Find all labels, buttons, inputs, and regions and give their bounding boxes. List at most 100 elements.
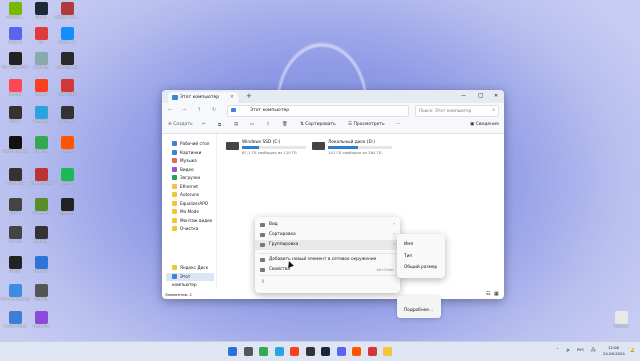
riot-icon[interactable] [367,347,377,356]
app-icon [34,79,48,92]
app-icon [34,284,48,297]
forward-icon[interactable]: → [182,107,186,113]
lang-indicator[interactable]: РУС [577,347,584,352]
status-text: Элементов: 2 [165,292,192,297]
sidebar-item[interactable]: Рабочий стол [172,140,214,148]
more-button[interactable]: ··· [396,122,400,127]
desktop-icon[interactable]: Epic Games [52,52,82,69]
desktop-icon[interactable]: Nahimic [26,256,56,273]
faceit-icon[interactable] [352,347,361,356]
address-text: Этот компьютер [250,108,290,113]
start-icon[interactable] [228,347,237,356]
desktop-icon[interactable]: Faceit [52,136,82,153]
desktop-icon[interactable]: Warface [26,226,56,243]
details-view-icon[interactable]: ☷ [486,291,490,297]
sidebar-item[interactable]: Картинки [172,149,214,157]
notifications-icon[interactable]: 🔔 [630,347,635,352]
menu-shortcut: Alt+Enter [376,268,394,272]
tab-this-pc[interactable]: Этот компьютер ✕ [168,92,238,103]
sidebar-item[interactable]: Очистка [172,225,214,233]
address-bar[interactable]: Этот компьютер [227,105,409,117]
search-box[interactable]: Поиск: Этот компьютер ⌕ [415,105,499,117]
desktop-icon-label: Riot Client [58,92,76,96]
more-submenu: Подробнее... [397,296,441,318]
clock-date[interactable]: 24.06.2024 [603,351,625,356]
close-button[interactable]: ✕ [494,93,498,99]
drive-tile[interactable]: Windows SSD (C:) 87,1 ГБ свободно из 119 … [226,140,311,158]
create-label: Создать [173,122,193,127]
sidebar-item[interactable]: Mo Mode [172,208,214,216]
submenu-item[interactable]: Общий размер [404,265,437,270]
desktop-icon[interactable]: Riot Client [52,79,82,96]
desktop-icon[interactable]: Playnite [26,284,56,301]
back-icon[interactable]: ← [168,107,172,113]
sidebar-item[interactable]: Монтаж видео [172,217,214,225]
refresh-icon[interactable]: ↻ [212,107,216,113]
desktop-icon-label: Faceit [62,149,72,153]
sidebar-item[interactable]: Яндекс Диск [172,264,214,272]
paste-icon[interactable]: ▤ [234,122,238,127]
submenu-item[interactable]: Имя [404,242,413,247]
search-icon: ⌕ [492,107,495,113]
tray-chevron-icon[interactable]: ⌃ [556,347,559,352]
desktop-icon[interactable]: Battle.net [52,27,82,44]
up-icon[interactable]: ↑ [197,107,201,113]
desktop-icon[interactable]: Counter... [52,106,82,123]
obs-icon[interactable] [305,347,315,356]
clock-time[interactable]: 12:08 [608,345,619,350]
sort-button[interactable]: ⇅ Сортировать [300,122,336,127]
desktop-icon-label: Spotify [61,181,73,185]
copy-icon[interactable]: ⧉ [218,122,221,128]
menu-item[interactable]: Свойства Alt+Enter [255,265,400,275]
sidebar-item[interactable]: Музыка [172,157,214,165]
desktop-icon[interactable]: Spotify [52,168,82,185]
app-icon [34,136,48,149]
tab-close-icon[interactable]: ✕ [230,95,234,100]
chrome-icon[interactable] [259,347,268,356]
discord-icon[interactable] [336,347,346,356]
submenu-item[interactable]: Подробнее... [404,308,433,313]
search-icon[interactable] [243,347,253,356]
create-button[interactable]: ⊕ Создать [168,122,193,127]
sidebar-item[interactable]: Ethernet [172,183,214,191]
sidebar-item[interactable]: Этот компьютер [166,273,214,287]
navigation-pane: Рабочий стол Картинки Музыка Видео Загрузки E… [162,134,217,289]
menu-item-icon [260,268,265,272]
network-icon[interactable]: 🖧 [591,347,595,354]
desktop-icon[interactable]: OpenRGB [26,311,56,328]
share-icon[interactable]: ⇪ [261,279,265,285]
drive-free-text: 141 ГБ свободно из 264 ГБ [328,150,382,155]
menu-item[interactable]: Добавить новый элемент в сетевое окружен… [255,255,400,265]
sidebar-item[interactable]: Видео [172,166,214,174]
delete-icon[interactable]: 🗑 [282,122,288,127]
details-button[interactable]: ▣ Сведения [470,122,499,127]
desktop-icon[interactable]: EpicPen [52,198,82,215]
sidebar-item[interactable]: EqualizerAPO [172,200,214,208]
explorer-icon[interactable] [383,347,392,356]
volume-icon[interactable]: 🔈 [566,347,571,352]
menu-item[interactable]: Вид › [255,220,400,230]
minimize-button[interactable]: — [461,93,466,99]
view-button[interactable]: ☰ Просмотреть [348,122,385,127]
drive-tile[interactable]: Локальный диск (D:) 141 ГБ свободно из 26… [312,140,397,158]
sidebar-item[interactable]: Загрузки [172,174,214,182]
yandex-icon[interactable] [290,347,299,356]
menu-item[interactable]: Сортировка › [255,230,400,240]
steam-icon[interactable] [321,347,330,356]
menu-item[interactable]: Группировка › [255,240,400,250]
drive-usage-bar [328,146,392,149]
new-tab-button[interactable]: + [246,92,252,100]
share-icon[interactable]: ⇪ [266,122,270,127]
submenu-item[interactable]: Тип [404,254,412,259]
desktop-icon[interactable]: Notepad [606,311,636,328]
desktop-icon[interactable]: Escape from... [52,2,82,19]
app-icon [60,27,74,40]
tiles-view-icon[interactable]: ▦ [494,291,499,297]
sidebar-item[interactable]: Autoruns [172,191,214,199]
submenu-arrow-icon: › [393,232,395,237]
telegram-icon[interactable] [274,347,284,356]
cut-icon[interactable]: ✂ [202,122,206,127]
sidebar-item-label: Рабочий стол [180,141,210,146]
maximize-button[interactable]: ▢ [478,92,484,99]
rename-icon[interactable]: ▭ [250,122,254,127]
